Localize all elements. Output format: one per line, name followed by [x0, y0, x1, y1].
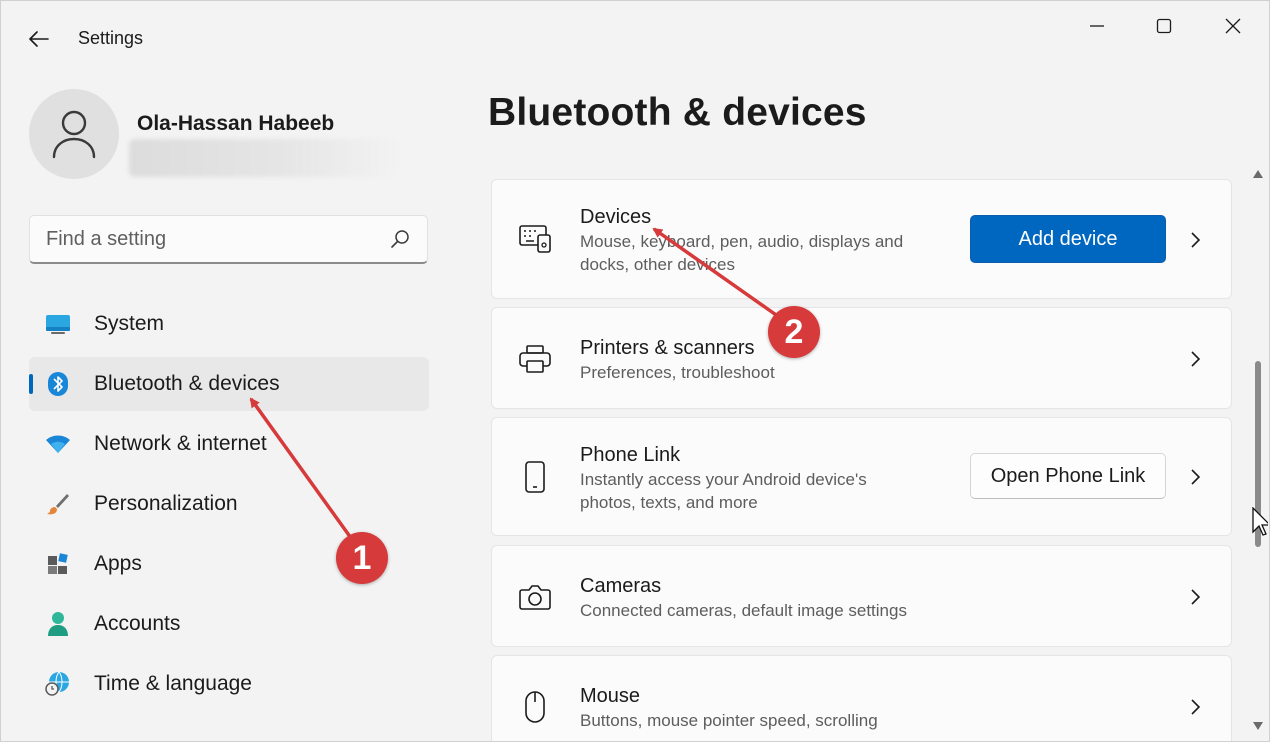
sidebar-item-bluetooth-devices[interactable]: Bluetooth & devices [29, 357, 429, 411]
sidebar-item-time-language[interactable]: Time & language [29, 657, 429, 711]
back-button[interactable] [23, 23, 55, 55]
scroll-down-arrow[interactable] [1252, 719, 1264, 733]
mouse-card-text: Mouse Buttons, mouse pointer speed, scro… [580, 683, 878, 732]
open-phone-link-button[interactable]: Open Phone Link [970, 453, 1166, 499]
annotation-badge-2: 2 [768, 306, 820, 358]
bluetooth-icon [45, 371, 71, 397]
sidebar-item-label: Apps [94, 552, 142, 575]
card-title: Mouse [580, 685, 641, 707]
avatar[interactable] [29, 89, 119, 179]
mouse-cursor-icon [1252, 507, 1268, 536]
title-bar: Settings [1, 1, 1269, 75]
add-device-button[interactable]: Add device [970, 215, 1166, 263]
sidebar-item-label: Time & language [94, 672, 252, 695]
card-title: Devices [580, 206, 652, 228]
card-subtitle: photos, texts, and more [580, 493, 758, 512]
chevron-right-icon [1185, 697, 1205, 717]
card-subtitle: docks, other devices [580, 255, 735, 274]
sidebar-item-personalization[interactable]: Personalization [29, 477, 429, 531]
globe-clock-icon [45, 671, 71, 697]
camera-icon [518, 580, 552, 614]
phone-link-card[interactable]: Phone Link Instantly access your Android… [491, 417, 1232, 536]
settings-window: Settings Ola-Hassan Habeeb System [0, 0, 1270, 742]
search-box[interactable] [29, 215, 428, 264]
sidebar-nav: System Bluetooth & devices Network & int… [29, 297, 429, 717]
app-title: Settings [78, 28, 144, 48]
card-subtitle: Preferences, troubleshoot [580, 363, 775, 382]
phone-link-card-text: Phone Link Instantly access your Android… [580, 442, 867, 514]
close-button[interactable] [1210, 7, 1256, 45]
mouse-icon [518, 690, 552, 724]
brush-icon [45, 491, 71, 517]
keyboard-device-icon [518, 222, 552, 256]
arrow-left-icon [29, 31, 49, 47]
user-email-redacted [129, 139, 399, 177]
card-title: Printers & scanners [580, 337, 755, 359]
user-name: Ola-Hassan Habeeb [137, 112, 335, 135]
minimize-button[interactable] [1074, 7, 1120, 45]
annotation-badge-1: 1 [336, 532, 388, 584]
sidebar-item-label: Accounts [94, 612, 181, 635]
mouse-card[interactable]: Mouse Buttons, mouse pointer speed, scro… [491, 655, 1232, 741]
devices-card-text: Devices Mouse, keyboard, pen, audio, dis… [580, 204, 903, 276]
printers-scanners-card[interactable]: Printers & scanners Preferences, trouble… [491, 307, 1232, 409]
chevron-right-icon [1185, 587, 1205, 607]
maximize-icon [1156, 18, 1172, 34]
card-subtitle: Mouse, keyboard, pen, audio, displays an… [580, 232, 904, 251]
card-title: Phone Link [580, 444, 681, 466]
person-icon [52, 110, 96, 159]
sidebar-item-network-internet[interactable]: Network & internet [29, 417, 429, 471]
apps-icon [45, 551, 71, 577]
triangle-down-icon [1253, 722, 1263, 730]
sidebar-item-accounts[interactable]: Accounts [29, 597, 429, 651]
person-icon [45, 611, 71, 637]
wifi-icon [45, 431, 71, 457]
sidebar-item-label: Personalization [94, 492, 238, 515]
printers-card-text: Printers & scanners Preferences, trouble… [580, 335, 775, 384]
card-subtitle: Connected cameras, default image setting… [580, 601, 907, 620]
phone-icon [518, 460, 552, 494]
page-title: Bluetooth & devices [488, 91, 867, 134]
cameras-card[interactable]: Cameras Connected cameras, default image… [491, 545, 1232, 647]
card-title: Cameras [580, 575, 662, 597]
triangle-up-icon [1253, 170, 1263, 178]
sidebar-item-label: Network & internet [94, 432, 267, 455]
chevron-right-icon [1185, 349, 1205, 369]
search-input[interactable] [46, 227, 389, 251]
sidebar-item-system[interactable]: System [29, 297, 429, 351]
minimize-icon [1090, 25, 1104, 27]
devices-card[interactable]: Devices Mouse, keyboard, pen, audio, dis… [491, 179, 1232, 299]
printer-icon [518, 342, 552, 376]
chevron-right-icon [1185, 467, 1205, 487]
close-icon [1225, 18, 1241, 34]
search-icon[interactable] [389, 228, 411, 250]
sidebar-item-label: Bluetooth & devices [94, 372, 280, 395]
maximize-button[interactable] [1141, 7, 1187, 45]
sidebar-item-label: System [94, 312, 165, 335]
card-subtitle: Buttons, mouse pointer speed, scrolling [580, 711, 878, 730]
cameras-card-text: Cameras Connected cameras, default image… [580, 573, 907, 622]
card-subtitle: Instantly access your Android device's [580, 470, 867, 489]
chevron-right-icon [1185, 230, 1205, 250]
monitor-icon [45, 311, 71, 337]
scroll-up-arrow[interactable] [1252, 167, 1264, 181]
